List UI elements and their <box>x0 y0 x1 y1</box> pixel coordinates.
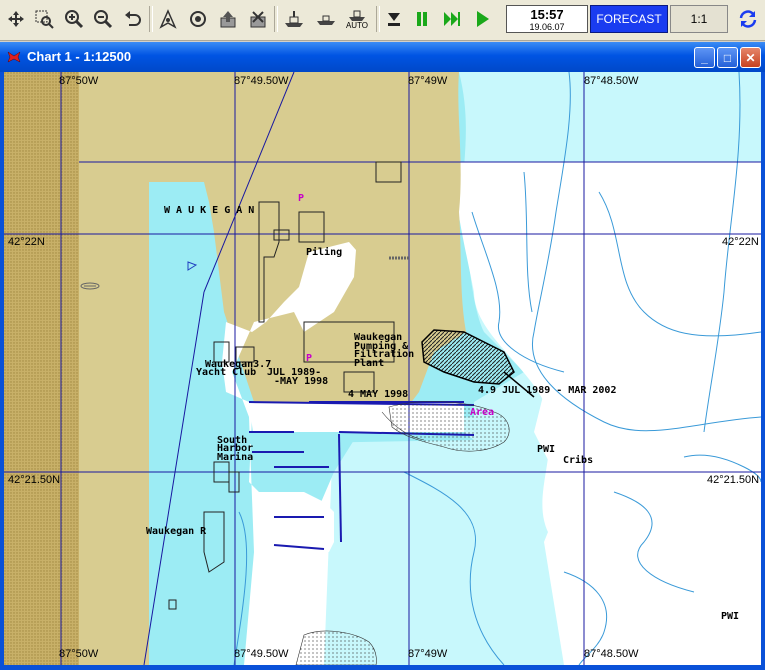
map-label-marina: Marina <box>217 452 254 463</box>
time-text: 15:57 <box>530 7 564 22</box>
clock-display: 15:57 19.06.07 <box>506 5 588 33</box>
map-label-river: Waukegan R <box>146 526 207 537</box>
map-label-pumping: Plant <box>354 358 385 369</box>
forecast-button[interactable]: FORECAST <box>590 5 668 33</box>
chart-window: Chart 1 - 1:12500 _ □ ✕ 87°50W 87°49.50W… <box>0 42 765 670</box>
maximize-icon: □ <box>723 50 732 65</box>
bottom-tick-label: 87°48.50W <box>584 648 639 660</box>
undo-view-icon[interactable] <box>121 6 145 32</box>
map-label-cribs: Cribs <box>563 455 594 466</box>
map-label-area: Area <box>470 407 495 418</box>
map-label-pwi: PWI <box>721 611 740 622</box>
map-label-date: -MAY 1998 <box>274 376 329 387</box>
play-icon[interactable] <box>470 6 494 32</box>
zoom-out-icon[interactable] <box>91 6 115 32</box>
top-tick-label: 87°48.50W <box>584 75 639 87</box>
zoom-in-icon[interactable] <box>62 6 86 32</box>
minimize-icon: _ <box>701 50 708 65</box>
date-text: 19.06.07 <box>529 22 565 32</box>
left-tick-label: 42°21.50N <box>8 474 61 486</box>
bottom-tick-label: 87°50W <box>59 648 99 660</box>
close-icon: ✕ <box>745 50 756 65</box>
auto-mode-button[interactable]: AUTO <box>344 6 370 32</box>
stop-icon[interactable] <box>382 6 406 32</box>
toolbar: AUTO 15:57 19.06.07 FORECAST 1:1 <box>0 0 765 41</box>
map-label-p: P <box>306 353 313 364</box>
zoom-window-icon[interactable] <box>32 6 56 32</box>
map-label-date: 4 MAY 1998 <box>348 389 409 400</box>
maximize-button[interactable]: □ <box>717 47 738 68</box>
map-label-waukegan: W A U K E G A N <box>164 205 255 216</box>
center-icon[interactable] <box>186 6 210 32</box>
nautical-chart[interactable]: 87°50W 87°49.50W 87°49W 87°48.50W 87°50W… <box>4 72 761 665</box>
north-up-icon[interactable] <box>156 6 180 32</box>
window-titlebar[interactable]: Chart 1 - 1:12500 _ □ ✕ <box>0 42 765 72</box>
fast-forward-icon[interactable] <box>440 6 464 32</box>
sync-icon[interactable] <box>736 6 760 32</box>
map-label-yacht: Yacht Club <box>196 367 257 378</box>
ship-head-up-icon[interactable] <box>282 6 306 32</box>
right-tick-label: 42°22N <box>722 236 759 248</box>
map-label-depth-note: 4.9 JUL 1989 - MAR 2002 <box>478 385 617 396</box>
move-tool-icon[interactable] <box>4 6 28 32</box>
map-label-p: P <box>298 193 305 204</box>
top-tick-label: 87°49.50W <box>234 75 289 87</box>
window-title: Chart 1 - 1:12500 <box>27 49 132 64</box>
auto-label: AUTO <box>345 21 369 30</box>
pause-icon[interactable] <box>410 6 434 32</box>
land-dark-area <box>4 72 79 665</box>
close-button[interactable]: ✕ <box>740 47 761 68</box>
right-tick-label: 42°21.50N <box>707 474 760 486</box>
map-label-pwi: PWI <box>537 444 556 455</box>
export-icon[interactable] <box>216 6 240 32</box>
ship-north-up-icon[interactable] <box>314 6 338 32</box>
minimize-button[interactable]: _ <box>694 47 715 68</box>
bottom-tick-label: 87°49W <box>408 648 448 660</box>
layers-icon[interactable] <box>246 6 270 32</box>
bottom-tick-label: 87°49.50W <box>234 648 289 660</box>
app-icon <box>7 51 21 63</box>
map-label-piling: Piling <box>306 247 343 258</box>
top-tick-label: 87°49W <box>408 75 448 87</box>
left-tick-label: 42°22N <box>8 236 45 248</box>
scale-button[interactable]: 1:1 <box>670 5 728 33</box>
top-tick-label: 87°50W <box>59 75 99 87</box>
